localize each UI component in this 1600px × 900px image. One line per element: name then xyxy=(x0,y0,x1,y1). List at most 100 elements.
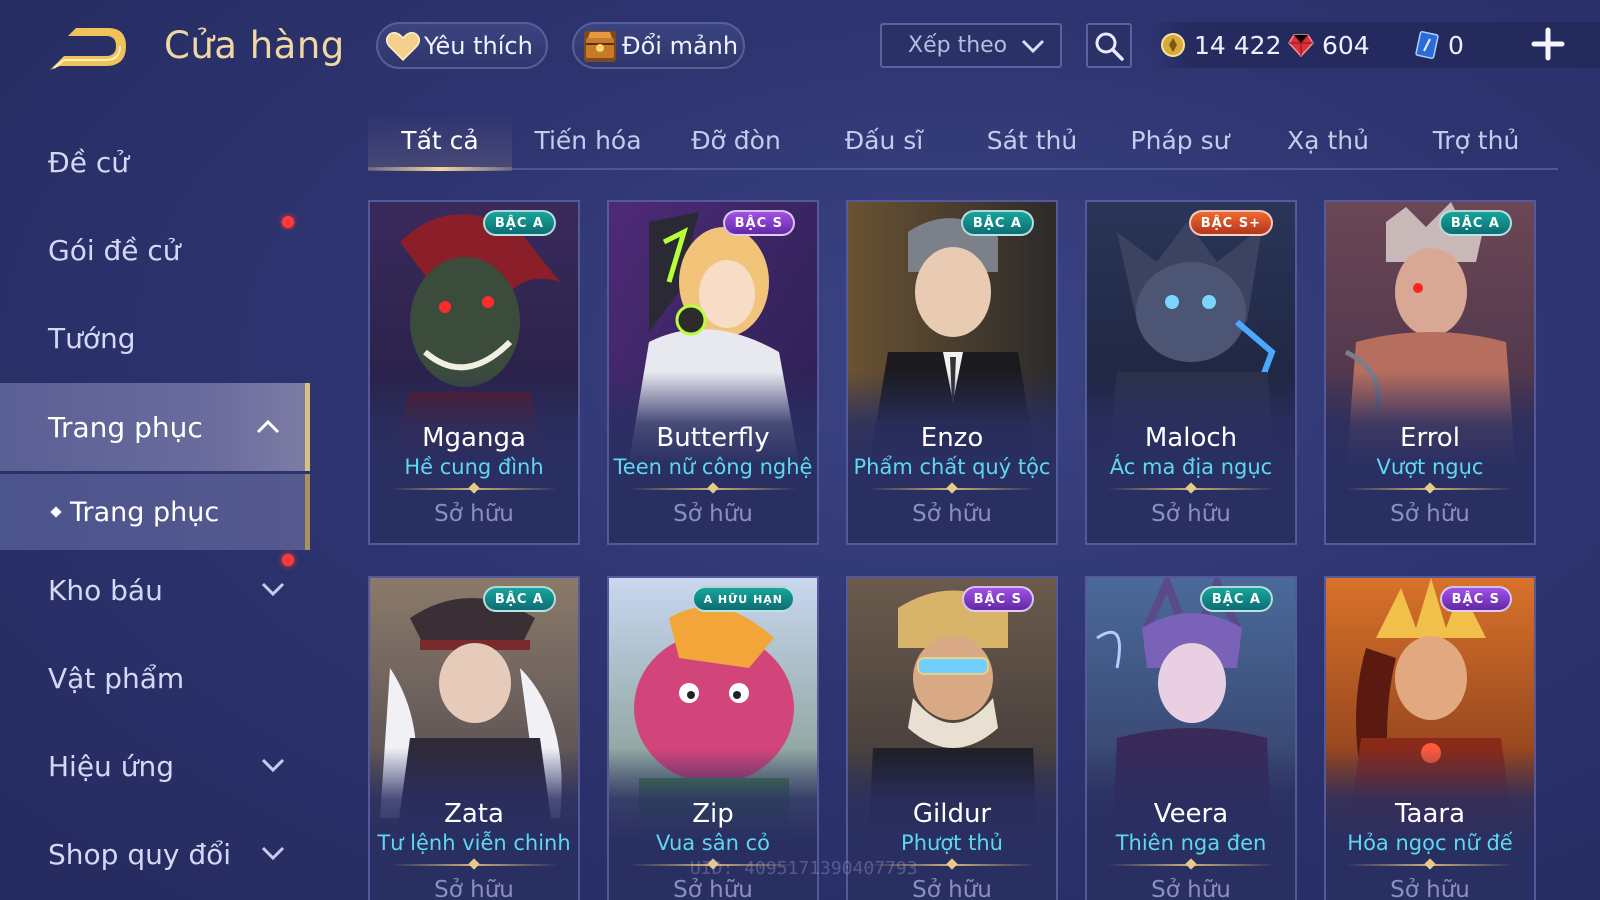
tier-badge: BẬC A xyxy=(482,586,556,612)
favorites-label: Yêu thích xyxy=(424,31,533,60)
skin-card-gildur[interactable]: BẬC S Gildur Phượt thủ Sở hữu xyxy=(846,576,1058,900)
notification-dot xyxy=(282,216,294,228)
skin-card-mganga[interactable]: BẬC A Mganga Hề cung đình Sở hữu xyxy=(368,200,580,545)
hero-name: Enzo xyxy=(920,423,984,453)
skin-card-veera[interactable]: BẬC A Veera Thiên nga đen Sở hữu xyxy=(1085,576,1297,900)
search-button[interactable] xyxy=(1086,23,1132,68)
divider xyxy=(1107,488,1275,490)
ownership-status: Sở hữu xyxy=(673,501,753,527)
divider xyxy=(1107,864,1275,866)
chevron-down-icon xyxy=(261,758,285,773)
tab-evolution[interactable]: Tiến hóa xyxy=(516,112,660,168)
ruby-balance: 604 xyxy=(1288,22,1370,68)
ownership-status: Sở hữu xyxy=(1151,877,1231,900)
hero-name: Zip xyxy=(692,799,734,829)
sidebar-subitem-skins[interactable]: Trang phục xyxy=(0,474,310,550)
ownership-status: Sở hữu xyxy=(1151,501,1231,527)
skin-name: Phượt thủ xyxy=(901,831,1003,855)
skin-name: Vượt ngục xyxy=(1376,455,1484,479)
tab-assassin[interactable]: Sát thủ xyxy=(960,112,1104,168)
sidebar-item-exchange-shop[interactable]: Shop quy đổi xyxy=(0,810,310,898)
tab-tank[interactable]: Đỡ đòn xyxy=(664,112,808,168)
ownership-status: Sở hữu xyxy=(1390,501,1470,527)
favorites-button[interactable]: Yêu thích xyxy=(376,22,548,69)
sidebar-item-recommended-bundles[interactable]: Gói đề cử xyxy=(0,206,310,294)
sidebar-item-recommended[interactable]: Đề cử xyxy=(0,118,310,206)
skin-card-errol[interactable]: BẬC A Errol Vượt ngục Sở hữu xyxy=(1324,200,1536,545)
sidebar-item-items[interactable]: Vật phẩm xyxy=(0,634,310,722)
tier-badge: A HỮU HẠN xyxy=(691,586,795,612)
hero-name: Gildur xyxy=(912,799,992,829)
tab-marksman[interactable]: Xạ thủ xyxy=(1256,112,1400,168)
ruby-icon xyxy=(1288,34,1314,58)
chevron-down-icon xyxy=(1021,39,1045,54)
ownership-status: Sở hữu xyxy=(434,501,514,527)
sidebar-item-skins[interactable]: Trang phục xyxy=(0,383,310,471)
sidebar-item-effects[interactable]: Hiệu ứng xyxy=(0,722,310,810)
ownership-status: Sở hữu xyxy=(434,877,514,900)
gold-coin-icon xyxy=(1161,33,1185,57)
skin-name: Teen nữ công nghệ xyxy=(613,455,813,479)
skin-name: Ác ma địa ngục xyxy=(1109,455,1273,479)
gold-balance: 14 422 xyxy=(1160,22,1281,68)
hero-name: Veera xyxy=(1153,799,1229,829)
add-currency-icon[interactable] xyxy=(1528,24,1568,64)
category-tabs: Tất cả Tiến hóa Đỡ đòn Đấu sĩ Sát thủ Ph… xyxy=(368,112,1558,171)
tab-all[interactable]: Tất cả xyxy=(368,112,512,171)
chevron-up-icon xyxy=(256,419,280,434)
sidebar-item-treasure[interactable]: Kho báu xyxy=(0,546,310,634)
search-icon xyxy=(1095,32,1124,61)
tab-mage[interactable]: Pháp sư xyxy=(1108,112,1252,168)
skin-card-zip[interactable]: A HỮU HẠN Zip Vua sân cỏ Sở hữu xyxy=(607,576,819,900)
voucher-icon xyxy=(1415,31,1439,59)
sidebar-item-heroes[interactable]: Tướng xyxy=(0,294,310,382)
back-arrow-icon[interactable] xyxy=(46,26,128,72)
divider xyxy=(868,488,1036,490)
divider xyxy=(1346,488,1514,490)
hero-name: Mganga xyxy=(422,423,526,453)
ownership-status: Sở hữu xyxy=(912,501,992,527)
notification-dot xyxy=(282,554,294,566)
skin-name: Tư lệnh viễn chinh xyxy=(377,831,571,855)
ownership-status: Sở hữu xyxy=(912,877,992,900)
ownership-status: Sở hữu xyxy=(673,877,753,900)
hero-name: Taara xyxy=(1394,799,1466,829)
tier-badge: BẬC A xyxy=(1438,210,1512,236)
bullet-icon xyxy=(50,506,62,518)
fragment-exchange-button[interactable]: Đổi mảnh xyxy=(572,22,745,69)
page-title: Cửa hàng xyxy=(164,24,345,67)
hero-name: Zata xyxy=(444,799,504,829)
heart-icon xyxy=(386,28,420,64)
skin-name: Phẩm chất quý tộc xyxy=(853,455,1051,479)
skin-name: Hỏa ngọc nữ đế xyxy=(1347,831,1513,855)
tab-fighter[interactable]: Đấu sĩ xyxy=(812,112,956,168)
skin-card-enzo[interactable]: BẬC A Enzo Phẩm chất quý tộc Sở hữu xyxy=(846,200,1058,545)
voucher-balance: 0 xyxy=(1414,22,1464,68)
fragment-exchange-label: Đổi mảnh xyxy=(622,31,739,60)
top-bar: Cửa hàng Yêu thích Đổi mảnh Xếp theo 14 … xyxy=(0,0,1600,95)
skin-card-butterfly[interactable]: BẬC S Butterfly Teen nữ công nghệ Sở hữu xyxy=(607,200,819,545)
ownership-status: Sở hữu xyxy=(1390,877,1470,900)
skin-card-maloch[interactable]: BẬC S+ Maloch Ác ma địa ngục Sở hữu xyxy=(1085,200,1297,545)
skin-card-zata[interactable]: BẬC A Zata Tư lệnh viễn chinh Sở hữu xyxy=(368,576,580,900)
sort-dropdown[interactable]: Xếp theo xyxy=(880,23,1062,68)
skin-name: Hề cung đình xyxy=(404,455,544,479)
tab-support[interactable]: Trợ thủ xyxy=(1404,112,1548,168)
sort-label: Xếp theo xyxy=(908,33,1008,58)
tier-badge: BẬC A xyxy=(1199,586,1273,612)
divider xyxy=(390,488,558,490)
skin-name: Vua sân cỏ xyxy=(656,831,770,855)
tier-badge: BẬC S+ xyxy=(1188,210,1273,236)
divider xyxy=(1346,864,1514,866)
hero-name: Maloch xyxy=(1144,423,1238,453)
uid-watermark: UID: 4095171390407793 xyxy=(690,858,918,879)
skin-card-taara[interactable]: BẬC S Taara Hỏa ngọc nữ đế Sở hữu xyxy=(1324,576,1536,900)
tier-badge: BẬC A xyxy=(960,210,1034,236)
skin-name: Thiên nga đen xyxy=(1115,831,1267,855)
skin-grid: BẬC A Mganga Hề cung đình Sở hữu BẬC S B… xyxy=(368,200,1558,900)
divider xyxy=(390,864,558,866)
sidebar: Đề cử Gói đề cử Tướng Trang phục Trang p… xyxy=(0,118,312,900)
hero-name: Errol xyxy=(1400,423,1460,453)
hero-name: Butterfly xyxy=(656,423,770,453)
tier-badge: BẬC S xyxy=(722,210,795,236)
